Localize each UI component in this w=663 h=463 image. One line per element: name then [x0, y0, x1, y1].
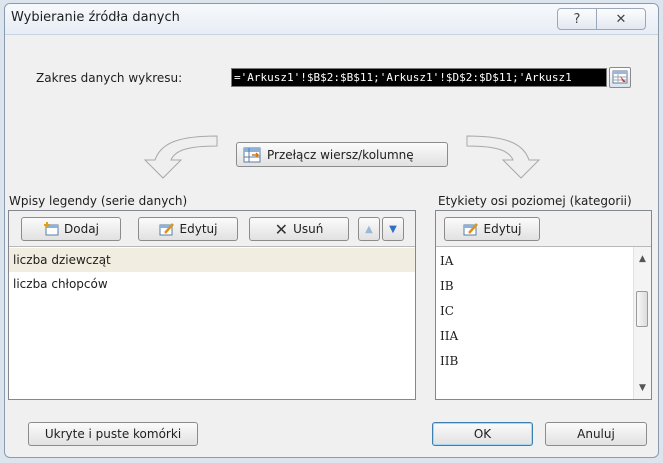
category-item: IIB — [440, 354, 459, 368]
category-item: IA — [440, 254, 454, 268]
switch-table-icon — [243, 147, 261, 162]
scroll-down-icon[interactable]: ▼ — [634, 380, 651, 397]
chart-data-range-input[interactable]: ='Arkusz1'!$B$2:$B$11;'Arkusz1'!$D$2:$D$… — [231, 68, 607, 87]
curved-arrow-icon — [466, 135, 541, 179]
category-item: IC — [440, 304, 454, 318]
move-up-icon: ▲ — [365, 223, 373, 235]
close-button[interactable]: ✕ — [596, 8, 646, 30]
remove-series-label: Usuń — [293, 222, 324, 236]
chart-data-range-label: Zakres danych wykresu: — [36, 71, 183, 85]
scroll-up-icon[interactable]: ▲ — [634, 251, 651, 268]
edit-categories-label: Edytuj — [483, 222, 522, 236]
categories-scrollbar[interactable]: ▲ ▼ — [633, 247, 651, 399]
axis-labels-label: Etykiety osi poziomej (kategorii) — [438, 194, 632, 208]
move-down-icon: ▼ — [389, 223, 397, 235]
edit-series-label: Edytuj — [179, 222, 218, 236]
remove-series-button[interactable]: ✕ Usuń — [249, 217, 349, 241]
series-item[interactable]: liczba dziewcząt — [9, 248, 415, 272]
dialog-title: Wybieranie źródła danych — [11, 10, 180, 25]
category-item: IB — [440, 279, 454, 293]
range-picker-icon — [612, 70, 628, 84]
ok-button[interactable]: OK — [432, 422, 533, 446]
edit-icon — [463, 223, 478, 236]
curved-arrow-icon — [143, 135, 218, 179]
close-icon: ✕ — [615, 11, 627, 27]
add-icon — [44, 222, 59, 236]
switch-row-column-button[interactable]: Przełącz wiersz/kolumnę — [236, 142, 448, 167]
scroll-thumb[interactable] — [636, 291, 648, 327]
range-picker-button[interactable] — [609, 67, 631, 88]
edit-series-button[interactable]: Edytuj — [138, 217, 238, 241]
move-up-button[interactable]: ▲ — [358, 217, 380, 241]
add-series-button[interactable]: Dodaj — [21, 217, 121, 241]
remove-icon: ✕ — [274, 219, 289, 239]
edit-icon — [159, 223, 174, 236]
hidden-empty-cells-button[interactable]: Ukryte i puste komórki — [28, 422, 198, 446]
legend-series-panel: Dodaj Edytuj ✕ Usuń ▲ ▼ liczba dziewcząt… — [8, 210, 416, 400]
help-button[interactable]: ? — [557, 8, 597, 30]
category-item: IIA — [440, 329, 459, 343]
select-data-source-dialog: Wybieranie źródła danych ? ✕ Zakres dany… — [4, 3, 659, 458]
edit-categories-button[interactable]: Edytuj — [444, 217, 540, 241]
cancel-button[interactable]: Anuluj — [545, 422, 647, 446]
add-series-label: Dodaj — [64, 222, 99, 236]
series-item[interactable]: liczba chłopców — [9, 272, 415, 296]
title-bar: Wybieranie źródła danych ? ✕ — [5, 4, 658, 35]
axis-categories-panel: Edytuj IA IB IC IIA IIB ▲ ▼ — [435, 210, 652, 400]
move-down-button[interactable]: ▼ — [382, 217, 404, 241]
legend-entries-label: Wpisy legendy (serie danych) — [9, 194, 188, 208]
switch-row-column-label: Przełącz wiersz/kolumnę — [267, 147, 414, 162]
help-icon: ? — [573, 11, 581, 27]
